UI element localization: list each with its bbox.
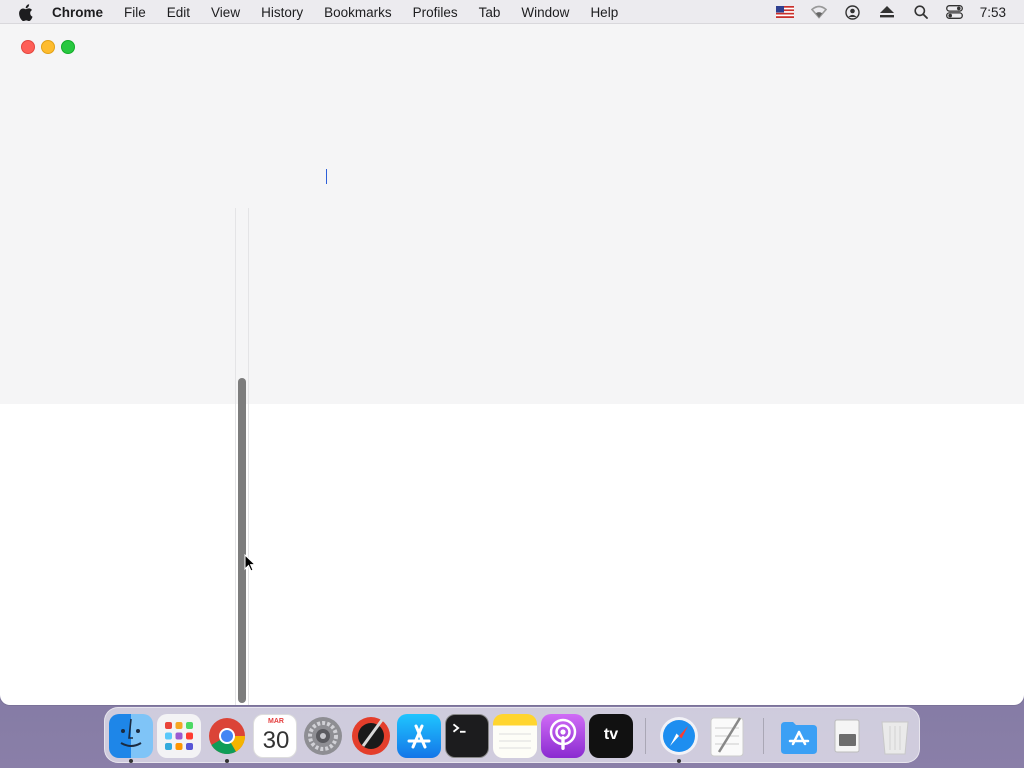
spotlight-search-icon[interactable] [912,4,930,20]
menu-edit[interactable]: Edit [167,5,190,20]
google-chrome-icon[interactable] [205,714,249,758]
chrome-window [0,24,1024,705]
menu-window[interactable]: Window [521,5,569,20]
safari-running-indicator [677,759,681,763]
trash-icon[interactable] [873,714,917,758]
downloads-folder-icon[interactable] [777,714,821,758]
apple-tv-icon[interactable]: tv [589,714,633,758]
documents-stack-icon[interactable] [825,714,869,758]
zoom-window-button[interactable] [61,40,75,54]
menu-bar: Chrome File Edit View History Bookmarks … [0,0,1024,24]
control-center-icon[interactable] [946,4,964,20]
tv-label: tv [603,726,619,743]
dock: MAR 30 tv [104,707,920,763]
eject-icon[interactable] [878,4,896,20]
menu-app-name[interactable]: Chrome [52,5,103,20]
dock-separator [645,718,646,754]
calendar-icon[interactable]: MAR 30 [253,714,297,758]
minimize-window-button[interactable] [41,40,55,54]
menu-view[interactable]: View [211,5,240,20]
text-caret [326,169,327,184]
calendar-month: MAR [268,718,284,725]
podcasts-icon[interactable] [541,714,585,758]
calendar-day: 30 [262,727,290,754]
menu-file[interactable]: File [124,5,146,20]
chrome-running-indicator [225,759,229,763]
menu-profiles[interactable]: Profiles [413,5,458,20]
close-window-button[interactable] [21,40,35,54]
app-store-icon[interactable] [397,714,441,758]
window-toolbar-area [0,24,1024,404]
terminal-icon[interactable] [445,714,489,758]
notes-icon[interactable] [493,714,537,758]
finder-icon[interactable] [109,714,153,758]
instruments-icon[interactable] [349,714,393,758]
dock-separator [763,718,764,754]
menubar-clock[interactable]: 7:53 [980,5,1006,20]
textedit-icon[interactable] [705,714,749,758]
finder-running-indicator [129,759,133,763]
us-flag-input-icon[interactable] [775,4,794,20]
scrollbar-thumb[interactable] [238,378,246,703]
menu-tab[interactable]: Tab [479,5,501,20]
apple-menu-icon[interactable] [18,3,36,21]
system-preferences-icon[interactable] [301,714,345,758]
user-account-icon[interactable] [844,4,862,20]
status-area: 7:53 [775,0,1024,24]
menu-history[interactable]: History [261,5,303,20]
launchpad-icon[interactable] [157,714,201,758]
menu-help[interactable]: Help [590,5,618,20]
wifi-icon[interactable] [810,4,828,20]
safari-icon[interactable] [657,714,701,758]
mouse-pointer-icon [244,553,257,577]
menu-bookmarks[interactable]: Bookmarks [324,5,392,20]
